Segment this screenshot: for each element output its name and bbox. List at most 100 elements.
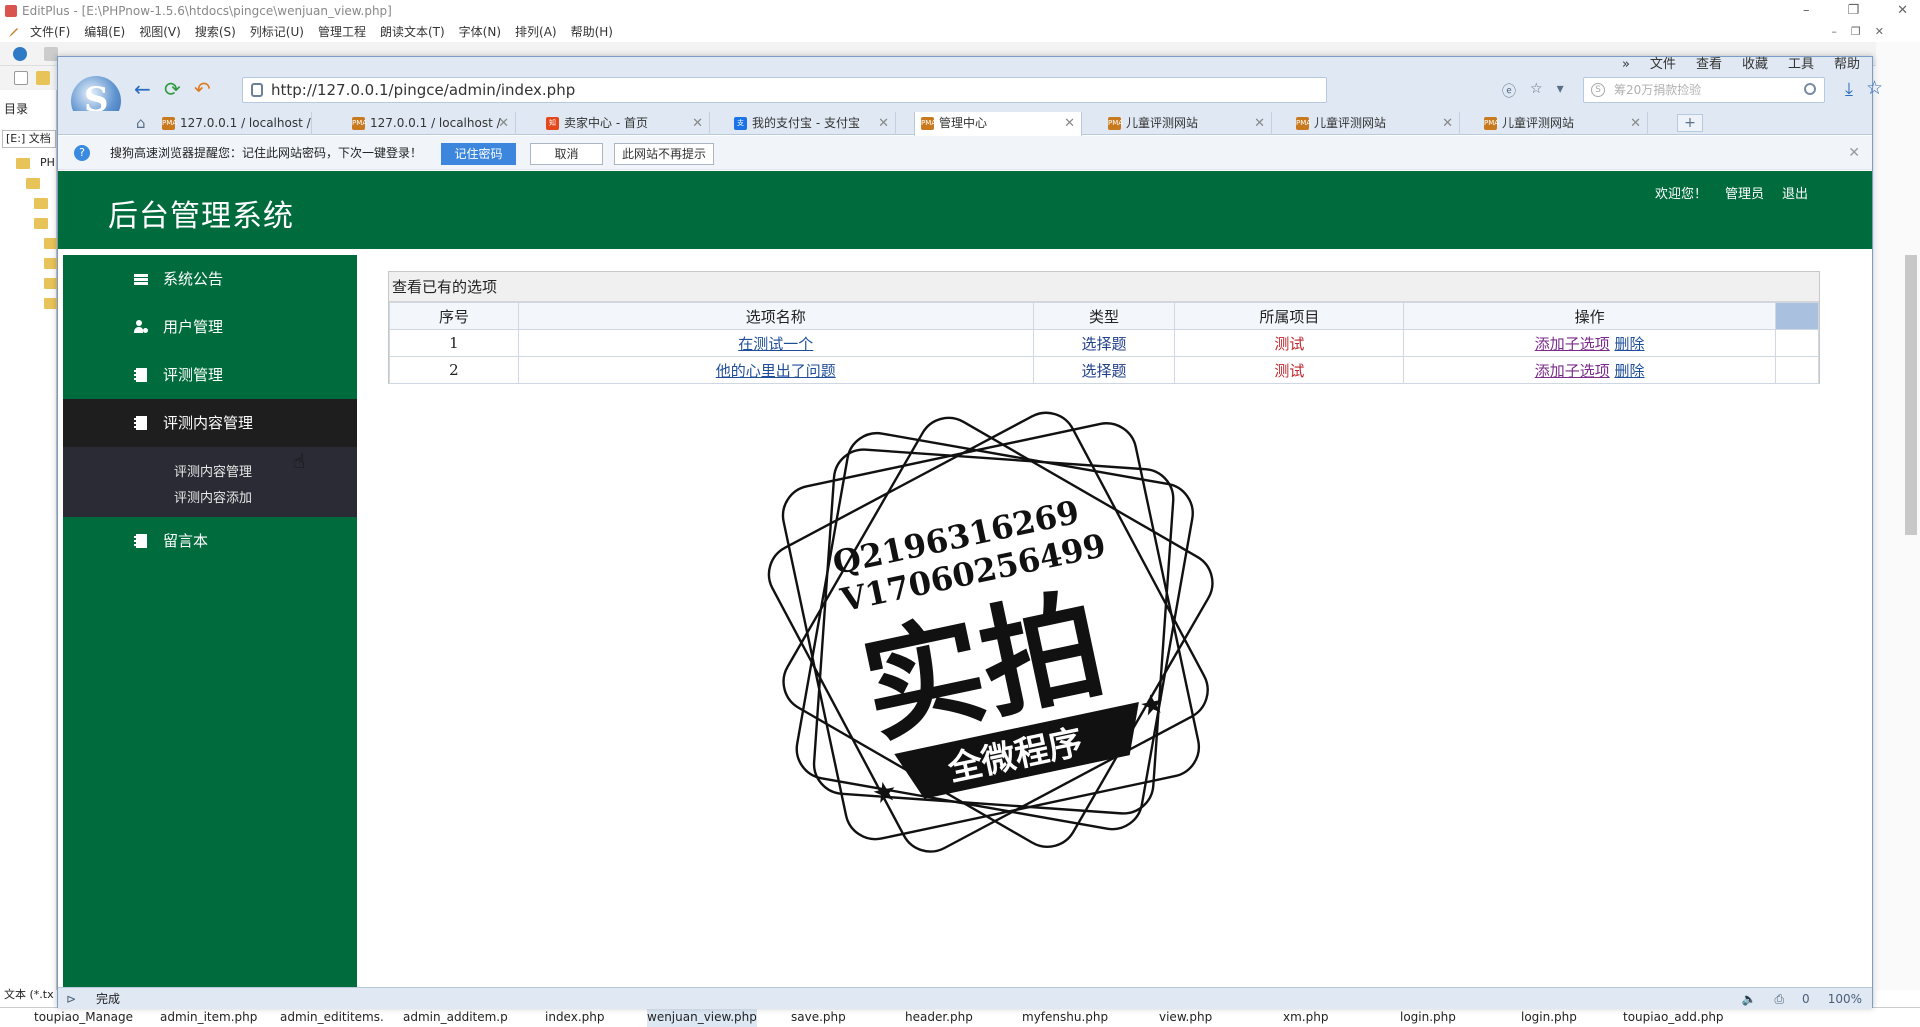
never-for-site-button[interactable]: 此网站不再提示 (614, 143, 714, 165)
menu-help[interactable]: 帮助(H) (571, 22, 613, 42)
dropdown-icon[interactable]: ▾ (1557, 81, 1564, 101)
browser-tab[interactable]: PMA 127.0.0.1 / localhost / (156, 112, 312, 135)
home-icon[interactable]: ⌂ (136, 114, 146, 132)
file-tab[interactable]: login.php (1521, 1008, 1577, 1027)
search-placeholder[interactable]: 筹20万捐款捡验 (1614, 83, 1701, 97)
menu-search[interactable]: 搜索(S) (195, 22, 236, 42)
open-folder-icon[interactable] (36, 71, 50, 85)
new-file-icon[interactable] (14, 71, 28, 85)
browser-tab[interactable]: 支 我的支付宝 - 支付宝 ✕ (728, 112, 896, 135)
submenu-content-management[interactable]: 评测内容管理 (174, 461, 252, 480)
folder-icon[interactable] (34, 198, 48, 209)
folder-icon[interactable] (44, 238, 58, 249)
browser-tab-active[interactable]: PMA 管理中心 ✕ (914, 112, 1082, 136)
file-tab[interactable]: admin_edititems. (280, 1008, 384, 1027)
close-tab-icon[interactable]: ✕ (1254, 112, 1265, 135)
folder-icon[interactable] (44, 258, 58, 269)
folder-icon[interactable] (44, 278, 58, 289)
option-name-link[interactable]: 他的心里出了问题 (716, 362, 836, 380)
folder-label[interactable]: PH (40, 156, 55, 169)
file-filter[interactable]: 文本 (*.tx (4, 986, 54, 1002)
file-tab[interactable]: admin_additem.p (403, 1008, 508, 1027)
sound-icon[interactable]: 🔈 (1741, 988, 1756, 1010)
browser-tab[interactable]: PMA 儿童评测网站 ✕ (1290, 112, 1460, 135)
close-tab-icon[interactable]: ✕ (1064, 112, 1075, 135)
folder-icon[interactable] (34, 218, 48, 229)
refresh-icon[interactable]: ⟳ (164, 79, 181, 99)
menu-file[interactable]: 文件 (1650, 55, 1676, 75)
menu-arrange[interactable]: 排列(A) (515, 22, 557, 42)
cancel-button[interactable]: 取消 (530, 143, 603, 165)
menu-font[interactable]: 字体(N) (459, 22, 501, 42)
mdi-close-button[interactable]: ✕ (1875, 22, 1884, 42)
search-icon[interactable] (1804, 83, 1816, 95)
file-tab[interactable]: index.php (545, 1008, 604, 1027)
sidebar-item-content-management[interactable]: 评测内容管理 (63, 399, 357, 447)
sidebar-item-announcement[interactable]: 系统公告 (63, 255, 357, 303)
bookmark-star-icon[interactable]: ☆ (1866, 77, 1883, 99)
file-tab[interactable]: login.php (1400, 1008, 1456, 1027)
close-tab-icon[interactable]: ✕ (498, 112, 509, 135)
zoom-level[interactable]: 100% (1828, 988, 1862, 1010)
menu-column[interactable]: 列标记(U) (250, 22, 304, 42)
file-tab[interactable]: save.php (791, 1008, 846, 1027)
folder-icon[interactable] (26, 178, 40, 189)
close-button[interactable]: ✕ (1897, 0, 1908, 22)
folder-icon[interactable] (44, 298, 58, 309)
new-tab-button[interactable]: + (1677, 114, 1703, 132)
file-tab[interactable]: admin_item.php (160, 1008, 257, 1027)
username-link[interactable]: 管理员 (1725, 183, 1764, 202)
file-tab[interactable]: wenjuan_view.php (647, 1008, 757, 1027)
mdi-minimize-button[interactable]: – (1831, 22, 1837, 42)
close-tab-icon[interactable]: ✕ (692, 112, 703, 135)
close-tab-icon[interactable]: ✕ (1442, 112, 1453, 135)
ie-mode-icon[interactable]: ⓔ (1502, 81, 1516, 101)
screenshot-icon[interactable]: ⎙ (1774, 988, 1784, 1010)
directory-tab[interactable]: 目录 (4, 100, 28, 117)
back-icon[interactable]: ← (134, 79, 151, 99)
file-tab[interactable]: view.php (1159, 1008, 1212, 1027)
browser-tab[interactable]: PMA 127.0.0.1 / localhost / ✕ (346, 112, 516, 135)
remember-password-button[interactable]: 记住密码 (441, 143, 516, 165)
favorite-star-icon[interactable]: ☆ (1530, 81, 1543, 101)
sidebar-item-users[interactable]: 用户管理 (63, 303, 357, 351)
blocked-count[interactable]: 0 (1802, 988, 1810, 1010)
menu-help[interactable]: 帮助 (1834, 55, 1860, 75)
drive-select[interactable]: [E:] 文档 (2, 130, 56, 148)
menu-more[interactable]: » (1622, 55, 1630, 75)
editor-scrollbar-thumb[interactable] (1905, 255, 1917, 535)
browser-tab[interactable]: PMA 儿童评测网站 ✕ (1478, 112, 1648, 135)
file-tab[interactable]: header.php (905, 1008, 973, 1027)
delete-link[interactable]: 删除 (1615, 362, 1645, 380)
restore-button[interactable]: ❐ (1847, 0, 1859, 22)
add-suboption-link[interactable]: 添加子选项 (1535, 335, 1610, 353)
menu-favorites[interactable]: 收藏 (1742, 55, 1768, 75)
minimize-button[interactable]: – (1803, 0, 1810, 22)
menu-file[interactable]: 文件(F) (30, 22, 70, 42)
address-text[interactable]: http://127.0.0.1/pingce/admin/index.php (271, 81, 575, 99)
browser-tab[interactable]: PMA 儿童评测网站 ✕ (1102, 112, 1272, 135)
submenu-content-add[interactable]: 评测内容添加 (174, 487, 252, 506)
menu-view[interactable]: 查看 (1696, 55, 1722, 75)
logout-link[interactable]: 退出 (1782, 183, 1808, 202)
mdi-restore-button[interactable]: ❐ (1851, 22, 1861, 42)
option-name-link[interactable]: 在测试一个 (738, 335, 813, 353)
browser-tab[interactable]: 知 卖家中心 - 首页 ✕ (540, 112, 710, 135)
file-tab[interactable]: xm.php (1283, 1008, 1328, 1027)
address-bar[interactable]: http://127.0.0.1/pingce/admin/index.php (242, 77, 1327, 103)
menu-edit[interactable]: 编辑(E) (84, 22, 125, 42)
close-tab-icon[interactable]: ✕ (1630, 112, 1641, 135)
bold-icon[interactable] (44, 47, 58, 61)
sidebar-item-evaluation[interactable]: 评测管理 (63, 351, 357, 399)
file-tab[interactable]: myfenshu.php (1022, 1008, 1108, 1027)
folder-icon[interactable] (16, 158, 30, 169)
close-notification-icon[interactable]: ✕ (1848, 136, 1860, 170)
download-icon[interactable]: ⤓ (1845, 79, 1853, 100)
menu-tools[interactable]: 工具 (1788, 55, 1814, 75)
close-tab-icon[interactable]: ✕ (878, 112, 889, 135)
sidebar-toggle-icon[interactable]: ⊳ (66, 988, 76, 1010)
menu-speech[interactable]: 朗读文本(T) (380, 22, 445, 42)
sidebar-item-guestbook[interactable]: 留言本 (63, 517, 357, 565)
delete-link[interactable]: 删除 (1615, 335, 1645, 353)
menu-view[interactable]: 视图(V) (139, 22, 181, 42)
